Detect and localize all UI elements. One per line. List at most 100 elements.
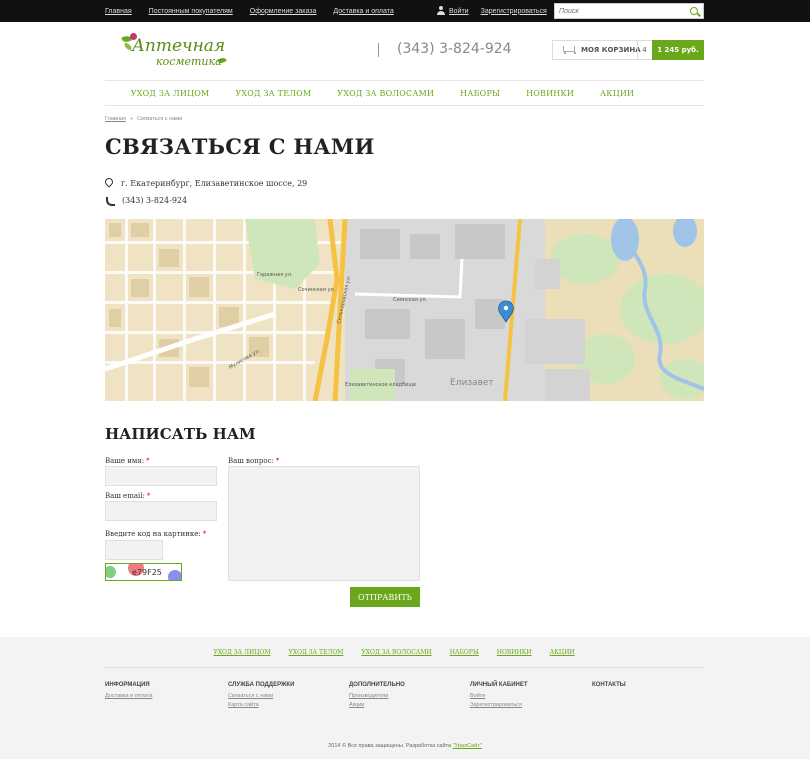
footer-nav-sets[interactable]: НАБОРЫ [450,649,479,656]
question-label-text: Ваш вопрос: [228,457,274,465]
footer-col-heading: ИНФОРМАЦИЯ [105,682,150,688]
copyright-text: 2014 © Все права защищены. Разработка са… [328,743,452,749]
map-label-sochinskaya: Сочинская ул. [298,287,336,293]
nav-item-hair[interactable]: УХОД ЗА ВОЛОСАМИ [337,89,434,98]
nav-item-sales[interactable]: АКЦИИ [600,89,634,98]
footer-nav-hair[interactable]: УХОД ЗА ВОЛОСАМИ [361,649,431,656]
breadcrumb-home-link[interactable]: Главная [105,116,126,122]
footer-link-sales[interactable]: Акции [349,702,405,708]
footer-link-register[interactable]: Зарегистрироваться [470,702,528,708]
footer-col-heading: КОНТАКТЫ [592,682,626,688]
page-title: СВЯЗАТЬСЯ С НАМИ [105,134,375,159]
location-pin-icon [105,178,113,188]
name-field[interactable] [105,466,217,486]
nav-item-sets[interactable]: НАБОРЫ [460,89,500,98]
top-nav-regulars-link[interactable]: Постоянным покупателям [149,8,233,15]
question-textarea[interactable] [228,466,420,581]
top-nav: Главная Постоянным покупателям Оформлени… [105,0,394,22]
address-text: г. Екатеринбург, Елизаветинское шоссе, 2… [121,178,308,188]
cart-icon [561,45,576,55]
cart-label: МОЯ КОРЗИНА [581,46,641,54]
footer-nav-sales[interactable]: АКЦИИ [550,649,575,656]
header-phone: (343) 3-824-924 [397,41,512,57]
footer-col-heading: ДОПОЛНИТЕЛЬНО [349,682,405,688]
captcha-label: Введите код на картинке: * [105,530,206,538]
form-title: НАПИСАТЬ НАМ [105,425,256,443]
footer-col-heading: ЛИЧНЫЙ КАБИНЕТ [470,682,528,688]
nav-item-new[interactable]: НОВИНКИ [526,89,574,98]
header-divider [378,43,379,57]
cart-sum[interactable]: 1 245 руб. [652,40,704,60]
cart-widget[interactable]: МОЯ КОРЗИНА 4 1 245 руб. [552,40,704,60]
footer-divider [105,667,704,668]
register-link[interactable]: Зарегистрироваться [481,8,547,15]
search-icon[interactable] [690,7,698,15]
footer-link-sitemap[interactable]: Карта сайта [228,702,294,708]
captcha-label-text: Введите код на картинке: [105,530,201,538]
map-canvas: Гаражная ул. Сочинская ул. Сиянская ул. … [105,219,704,401]
email-label-text: Ваш email: [105,492,145,500]
cart-count: 4 [637,41,651,59]
footer: УХОД ЗА ЛИЦОМ УХОД ЗА ТЕЛОМ УХОД ЗА ВОЛО… [0,637,810,759]
map-label-siyanskaya: Сиянская ул. [393,297,428,303]
breadcrumb-separator: » [129,116,133,122]
location-map[interactable]: Гаражная ул. Сочинская ул. Сиянская ул. … [105,219,704,401]
user-icon [437,6,445,16]
submit-button[interactable]: ОТПРАВИТЬ [350,587,420,607]
logo-text-line2: косметика [156,55,222,68]
search-box [554,3,704,19]
footer-nav: УХОД ЗА ЛИЦОМ УХОД ЗА ТЕЛОМ УХОД ЗА ВОЛО… [0,649,810,656]
phone-row: (343) 3-824-924 [105,196,188,206]
footer-col-support: СЛУЖБА ПОДДЕРЖКИ Связаться с нами Карта … [228,682,294,711]
footer-link-brands[interactable]: Производители [349,693,405,699]
captcha-field[interactable] [105,540,163,560]
breadcrumb-current: Связаться с нами [137,116,183,122]
phone-icon [105,196,115,206]
top-nav-delivery-link[interactable]: Доставка и оплата [333,8,393,15]
required-mark: * [146,492,151,500]
footer-col-info: ИНФОРМАЦИЯ Доставка и оплата [105,682,152,702]
map-label-district: Елизавет [450,378,494,388]
question-label: Ваш вопрос: * [228,457,279,465]
captcha-code: e79F25 [132,568,162,577]
required-mark: * [275,457,280,465]
footer-link-delivery[interactable]: Доставка и оплата [105,693,152,699]
login-link[interactable]: Войти [437,6,469,16]
name-label: Ваше имя: * [105,457,150,465]
search-input[interactable] [555,4,685,18]
captcha-noise-dot [168,570,181,580]
email-label: Ваш email: * [105,492,150,500]
footer-col-extra: ДОПОЛНИТЕЛЬНО Производители Акции [349,682,405,711]
top-nav-home-link[interactable]: Главная [105,8,132,15]
footer-nav-face[interactable]: УХОД ЗА ЛИЦОМ [213,649,270,656]
login-label: Войти [449,7,469,15]
captcha-noise-dot [106,566,116,578]
account-links: Войти Зарегистрироваться [437,0,547,22]
footer-link-contact[interactable]: Связаться с нами [228,693,294,699]
map-label-garazhnaya: Гаражная ул. [257,272,293,278]
footer-col-heading: СЛУЖБА ПОДДЕРЖКИ [228,682,295,688]
top-nav-checkout-link[interactable]: Оформление заказа [250,8,317,15]
developer-link[interactable]: "УралСайт" [453,743,482,749]
main-nav: УХОД ЗА ЛИЦОМ УХОД ЗА ТЕЛОМ УХОД ЗА ВОЛО… [105,80,704,106]
footer-col-account: ЛИЧНЫЙ КАБИНЕТ Войти Зарегистрироваться [470,682,528,711]
required-mark: * [202,530,207,538]
required-mark: * [146,457,150,465]
logo-text-line1: Аптечная [132,36,226,56]
footer-link-login[interactable]: Войти [470,693,528,699]
address-row: г. Екатеринбург, Елизаветинское шоссе, 2… [105,178,307,188]
nav-item-face[interactable]: УХОД ЗА ЛИЦОМ [131,89,210,98]
email-field[interactable] [105,501,217,521]
nav-item-body[interactable]: УХОД ЗА ТЕЛОМ [235,89,311,98]
name-label-text: Ваше имя: [105,457,145,465]
footer-nav-body[interactable]: УХОД ЗА ТЕЛОМ [288,649,343,656]
footer-nav-new[interactable]: НОВИНКИ [497,649,532,656]
footer-col-contacts: КОНТАКТЫ [592,682,626,693]
site-logo[interactable]: Аптечная косметика [120,32,230,72]
phone-text: (343) 3-824-924 [122,196,188,205]
top-bar: Главная Постоянным покупателям Оформлени… [0,0,810,22]
breadcrumb: Главная » Связаться с нами [105,116,182,122]
map-label-cemetery: Елизаветинское кладбище [345,382,416,388]
copyright: 2014 © Все права защищены. Разработка са… [0,743,810,749]
captcha-image: e79F25 [105,563,182,581]
